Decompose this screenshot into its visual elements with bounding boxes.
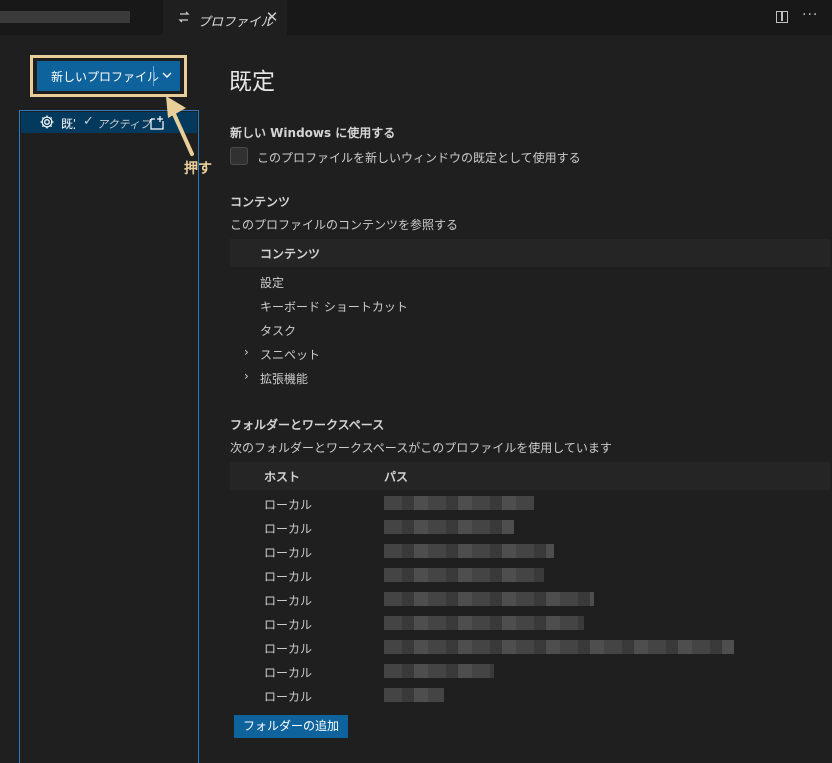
table-row[interactable]: ローカル [230,611,830,635]
host-cell: ローカル [264,690,313,704]
host-cell: ローカル [264,618,313,632]
annotation-arrow-icon [166,96,194,156]
chevron-down-icon[interactable] [160,67,174,83]
content-item-label: 拡張機能 [260,372,309,386]
contents-column-label: コンテンツ [260,247,321,261]
chevron-right-icon[interactable]: › [244,345,249,359]
content-item-tasks[interactable]: タスク [230,318,830,342]
path-cell-blurred [384,616,584,630]
profile-list: 既定 ✓ アクティブ [19,110,199,763]
folders-heading: フォルダーとワークスペース [230,418,385,432]
gear-icon [39,114,55,130]
push-annotation-label: 押す [184,161,212,177]
folders-table-header: ホスト パス [230,462,830,490]
tab-blurred[interactable] [0,0,163,35]
path-cell-blurred [384,640,734,654]
path-cell-blurred [384,544,554,558]
add-folder-button[interactable]: フォルダーの追加 [234,715,348,738]
content-item-label: 設定 [260,276,285,290]
path-cell-blurred [384,496,534,510]
path-cell-blurred [384,664,494,678]
host-cell: ローカル [264,570,313,584]
contents-column-header: コンテンツ [230,239,830,267]
table-row[interactable]: ローカル [230,683,830,707]
use-for-new-windows-checkbox[interactable] [230,147,248,165]
close-icon[interactable]: ✕ [263,7,281,27]
host-cell: ローカル [264,642,313,656]
table-row[interactable]: ローカル [230,563,830,587]
use-for-new-windows-label[interactable]: このプロファイルを新しいウィンドウの既定として使用する [257,149,581,166]
host-cell: ローカル [264,666,313,680]
button-separator [153,66,154,86]
profile-switch-icon [177,10,191,26]
table-row[interactable]: ローカル [230,587,830,611]
content-item-keybindings[interactable]: キーボード ショートカット [230,294,830,318]
profile-status: アクティブ [97,118,151,131]
new-profile-button[interactable]: 新しいプロファイル [37,61,180,91]
host-cell: ローカル [264,546,313,560]
table-row[interactable]: ローカル [230,659,830,683]
editor-tab-bar: プロファイル ✕ ··· [0,0,832,35]
content-item-label: タスク [260,324,297,338]
content-item-extensions[interactable]: › 拡張機能 [230,366,830,390]
path-column-header: パス [384,470,409,484]
content-item-label: スニペット [260,348,321,362]
path-cell-blurred [384,520,514,534]
profile-name: 既定 [61,117,75,131]
path-cell-blurred [384,592,594,606]
tab-title: プロファイル [198,14,274,29]
contents-description: このプロファイルのコンテンツを参照する [230,218,459,232]
path-cell-blurred [384,688,444,702]
path-cell-blurred [384,568,544,582]
more-actions-icon[interactable]: ··· [802,7,818,23]
new-windows-heading: 新しい Windows に使用する [230,126,396,140]
table-row[interactable]: ローカル [230,515,830,539]
host-cell: ローカル [264,594,313,608]
split-editor-icon[interactable] [776,11,788,23]
host-cell: ローカル [264,498,313,512]
page-title: 既定 [229,69,275,95]
table-row[interactable]: ローカル [230,491,830,515]
host-column-header: ホスト [264,470,301,484]
host-cell: ローカル [264,522,313,536]
content-item-snippets[interactable]: › スニペット [230,342,830,366]
content-item-settings[interactable]: 設定 [230,270,830,294]
check-icon: ✓ [83,114,94,129]
contents-heading: コンテンツ [230,195,291,209]
table-row[interactable]: ローカル [230,539,830,563]
table-row[interactable]: ローカル [230,635,830,659]
folders-description: 次のフォルダーとワークスペースがこのプロファイルを使用しています [230,441,612,455]
content-item-label: キーボード ショートカット [260,300,408,314]
chevron-right-icon[interactable]: › [244,369,249,383]
blurred-tab-title [0,11,130,23]
new-profile-label: 新しいプロファイル [51,70,160,84]
tab-profiles[interactable]: プロファイル ✕ [163,0,287,35]
